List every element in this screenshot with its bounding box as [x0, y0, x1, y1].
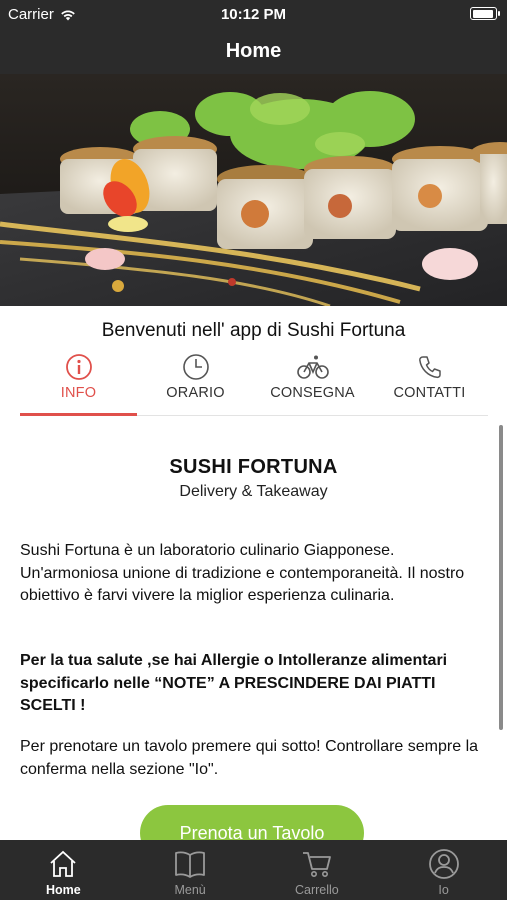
tab-info[interactable]: INFO — [20, 350, 137, 416]
restaurant-title: SUSHI FORTUNA — [169, 456, 338, 478]
info-content: SUSHI FORTUNA Delivery & Takeaway Sushi … — [0, 416, 507, 840]
tab-contatti[interactable]: CONTATTI — [371, 350, 488, 415]
tab-orario-label: ORARIO — [166, 385, 225, 401]
description-paragraph: Sushi Fortuna è un laboratorio culinario… — [20, 542, 465, 604]
clock-icon — [182, 354, 209, 380]
home-icon — [50, 850, 76, 877]
tabbar-profile-label: Io — [438, 883, 449, 897]
booking-instructions: Per prenotare un tavolo premere qui sott… — [20, 738, 479, 778]
bottom-tab-bar: Home Menù Carrello Io — [0, 840, 507, 900]
scrollbar[interactable] — [499, 425, 503, 730]
tabbar-cart-label: Carrello — [294, 883, 339, 897]
sushi-photo — [0, 74, 507, 306]
tabbar-home[interactable]: Home — [0, 840, 127, 900]
book-table-button[interactable]: Prenota un Tavolo — [140, 805, 364, 840]
allergy-notice: Per la tua salute ,se hai Allergie o Int… — [20, 652, 448, 714]
tabbar-menu-label: Menù — [174, 883, 206, 897]
status-bar: Carrier 10:12 PM — [0, 0, 507, 28]
tabbar-profile[interactable]: Io — [380, 840, 507, 900]
tabbar-home-label: Home — [46, 883, 81, 897]
tab-contatti-label: CONTATTI — [393, 385, 466, 401]
info-icon — [65, 354, 92, 380]
user-icon — [428, 849, 459, 879]
battery-icon — [470, 7, 500, 20]
tab-consegna-label: CONSEGNA — [270, 385, 355, 401]
tab-orario[interactable]: ORARIO — [137, 350, 254, 415]
info-tabs: INFO ORARIO CONSEGNA CONTATTI — [20, 350, 488, 416]
book-icon — [175, 851, 206, 878]
status-time: 10:12 PM — [220, 6, 287, 23]
tab-info-label: INFO — [60, 385, 97, 401]
welcome-text: Benvenuti nell' app di Sushi Fortuna — [101, 320, 406, 341]
bicycle-icon — [296, 355, 329, 379]
nav-title: Home — [0, 28, 507, 74]
tabbar-menu[interactable]: Menù — [127, 840, 254, 900]
hero-image — [0, 74, 507, 306]
phone-icon — [418, 356, 441, 379]
tabbar-cart[interactable]: Carrello — [254, 840, 381, 900]
cart-icon — [302, 852, 331, 877]
restaurant-subtitle: Delivery & Takeaway — [179, 483, 328, 500]
tab-consegna[interactable]: CONSEGNA — [254, 350, 371, 415]
